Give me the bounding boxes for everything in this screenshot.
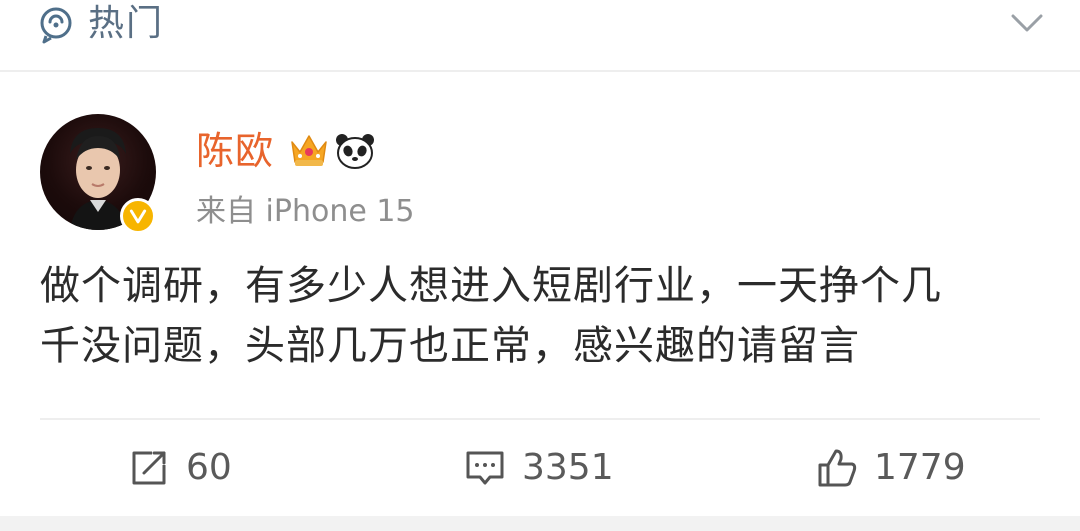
post-body[interactable]: 做个调研，有多少人想进入短剧行业，一天挣个几 千没问题，头部几万也正常，感兴趣的…: [40, 256, 1040, 376]
like-button[interactable]: 1779: [816, 444, 966, 492]
crown-icon[interactable]: [288, 130, 330, 170]
feed-title[interactable]: 热门: [88, 2, 164, 46]
comment-count: 3351: [522, 447, 614, 488]
comment-icon: [466, 451, 504, 485]
divider: [40, 418, 1040, 420]
repost-button[interactable]: 60: [128, 444, 232, 492]
repost-count: 60: [186, 447, 232, 488]
feed-separator: [0, 516, 1080, 531]
hot-feed-icon[interactable]: [38, 6, 74, 44]
post-source: 来自 iPhone 15: [196, 194, 415, 229]
verified-badge-icon: [120, 198, 156, 234]
repost-icon: [132, 451, 166, 485]
like-count: 1779: [874, 447, 966, 488]
like-icon: [818, 449, 857, 487]
chevron-down-icon[interactable]: [1010, 12, 1044, 34]
user-name[interactable]: 陈欧: [196, 126, 274, 176]
feed-header: 热门: [0, 0, 1080, 72]
comment-button[interactable]: 3351: [464, 444, 614, 492]
post-text-line: 千没问题，头部几万也正常，感兴趣的请留言: [40, 323, 860, 369]
panda-icon[interactable]: [334, 132, 376, 170]
post-card: 陈欧 来自 iPhone 15 做个调研，有多少人想进入短剧行业，一天挣个几 千…: [0, 74, 1080, 516]
post-text-line: 做个调研，有多少人想进入短剧行业，一天挣个几: [40, 263, 942, 309]
weibo-post-page: 热门 陈欧 来自 iPhone 15 做个调研，有多少人想进入短剧行业，一天挣个…: [0, 0, 1080, 531]
